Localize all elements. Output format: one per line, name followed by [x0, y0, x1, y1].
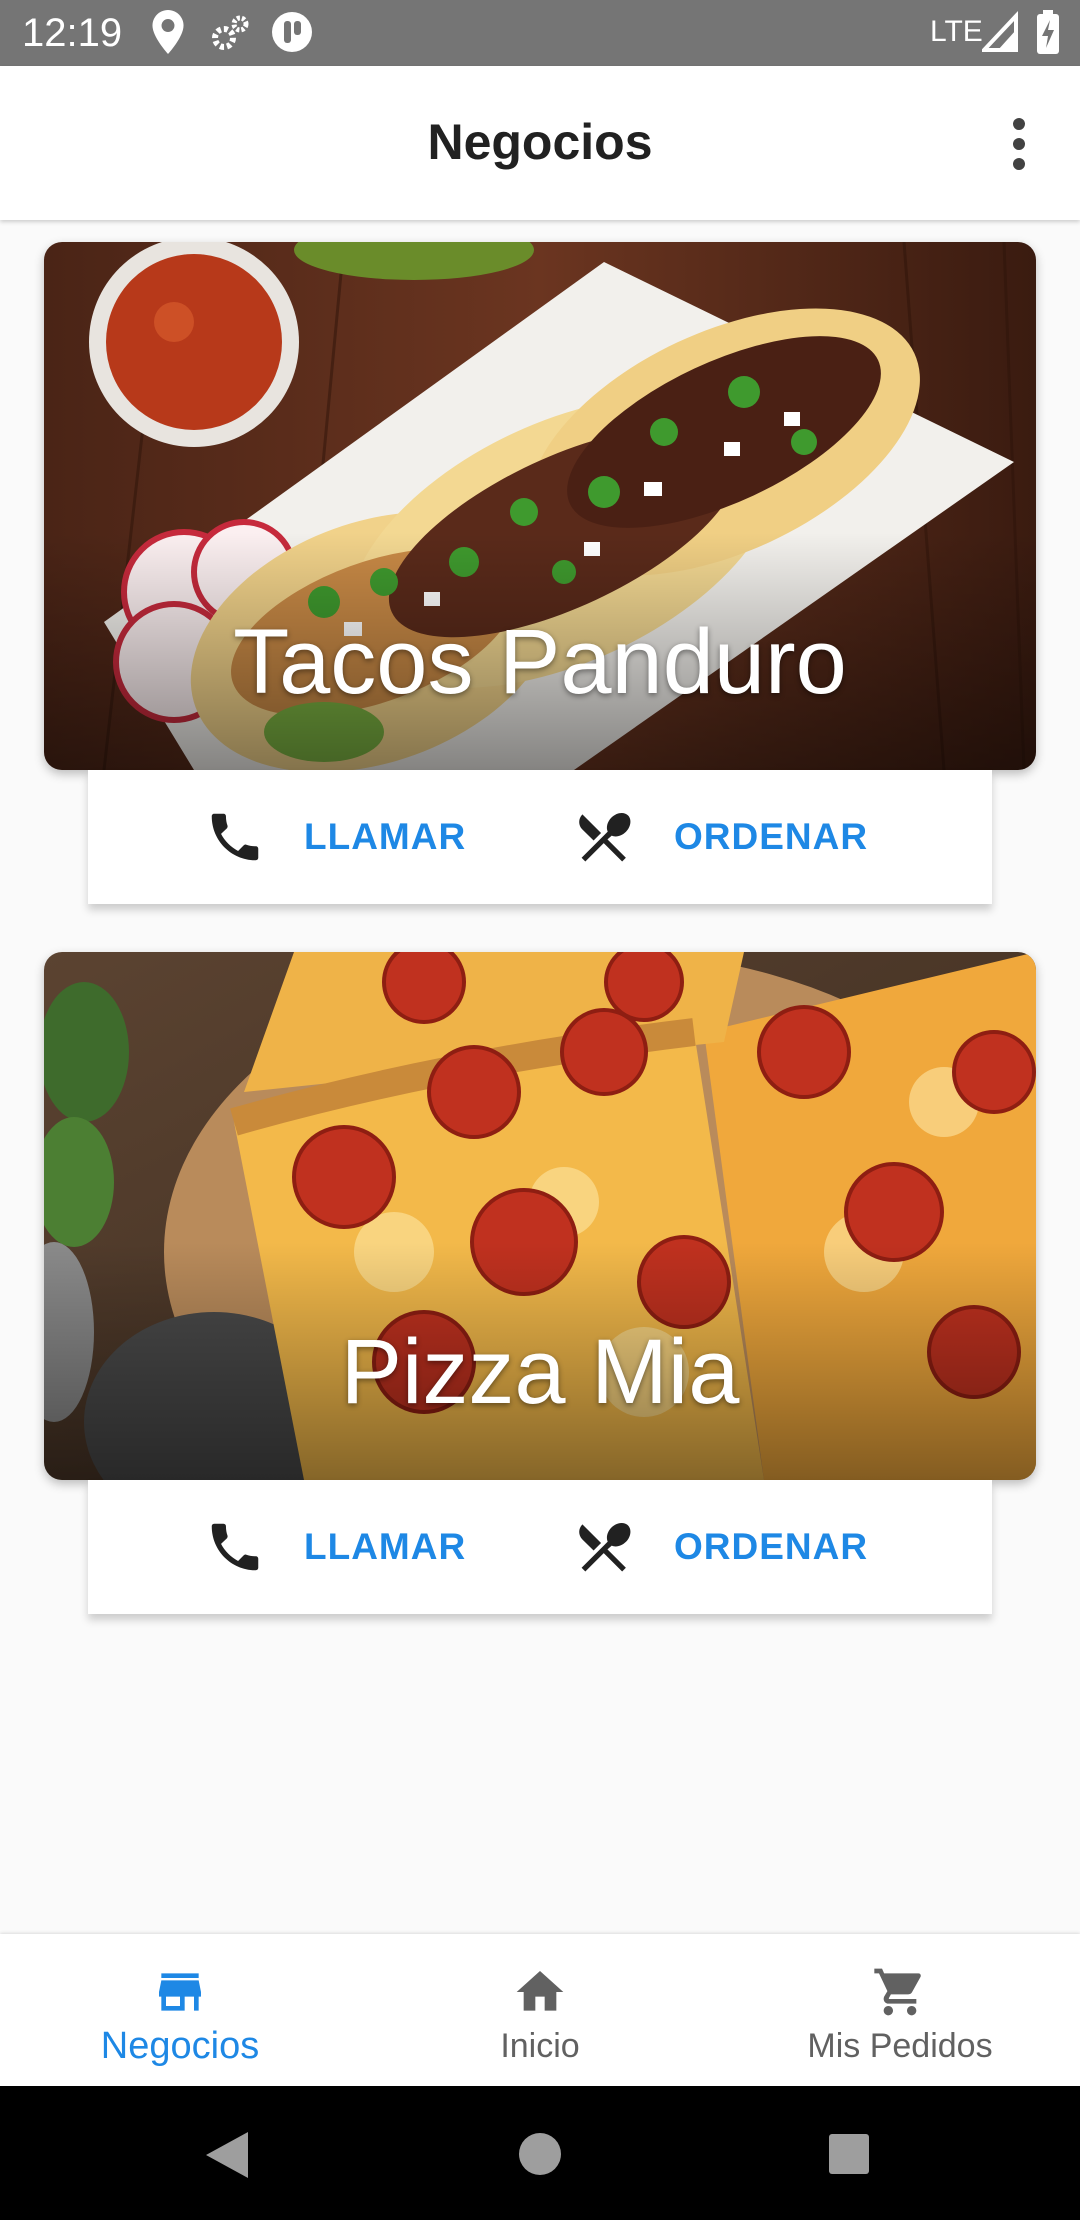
- nav-label: Negocios: [100, 2025, 260, 2067]
- more-vert-icon[interactable]: [995, 114, 1043, 174]
- call-button[interactable]: LLAMAR: [204, 770, 466, 904]
- nav-item-negocios[interactable]: Negocios: [0, 1934, 360, 2086]
- bottom-navigation: Negocios Inicio Mis Pedidos: [0, 1934, 1080, 2086]
- recents-icon[interactable]: [828, 2133, 870, 2175]
- back-icon[interactable]: [204, 2130, 250, 2180]
- nav-label: Inicio: [500, 2027, 580, 2065]
- phone-icon: [211, 1523, 259, 1571]
- app-bar: Negocios: [0, 66, 1080, 220]
- business-card-image[interactable]: Pizza Mia: [44, 952, 1036, 1480]
- home-button-icon[interactable]: [518, 2132, 562, 2176]
- status-bar: 12:19 LTE: [0, 0, 1080, 66]
- business-card-image[interactable]: Tacos Panduro: [44, 242, 1036, 770]
- system-navigation-bar: [0, 2086, 1080, 2220]
- status-time: 12:19: [22, 11, 123, 55]
- nav-item-inicio[interactable]: Inicio: [360, 1934, 720, 2086]
- cart-icon: [874, 1968, 921, 2016]
- utensils-icon: [579, 812, 631, 862]
- order-button[interactable]: ORDENAR: [572, 1480, 868, 1614]
- order-button[interactable]: ORDENAR: [572, 770, 868, 904]
- nav-label: Mis Pedidos: [807, 2027, 993, 2065]
- business-name: Tacos Panduro: [233, 611, 847, 713]
- business-card-actions: LLAMAR ORDENAR: [88, 770, 992, 904]
- app-notification-icon: [272, 12, 312, 52]
- nav-item-mis-pedidos[interactable]: Mis Pedidos: [720, 1934, 1080, 2086]
- order-label: ORDENAR: [674, 816, 869, 857]
- store-icon: [159, 1973, 201, 2011]
- business-card-actions: LLAMAR ORDENAR: [88, 1480, 992, 1614]
- signal-icon: [982, 10, 1018, 52]
- call-button[interactable]: LLAMAR: [204, 1480, 466, 1614]
- home-icon: [516, 1971, 564, 2011]
- location-icon: [152, 10, 184, 54]
- settings-icon: [212, 15, 249, 50]
- page-title: Negocios: [427, 114, 653, 170]
- business-name: Pizza Mia: [340, 1321, 740, 1423]
- network-type: LTE: [930, 15, 983, 48]
- utensils-icon: [579, 1522, 631, 1572]
- order-label: ORDENAR: [674, 1526, 869, 1567]
- phone-icon: [211, 813, 259, 861]
- battery-charging-icon: [1037, 10, 1059, 54]
- call-label: LLAMAR: [304, 1526, 467, 1567]
- call-label: LLAMAR: [304, 816, 467, 857]
